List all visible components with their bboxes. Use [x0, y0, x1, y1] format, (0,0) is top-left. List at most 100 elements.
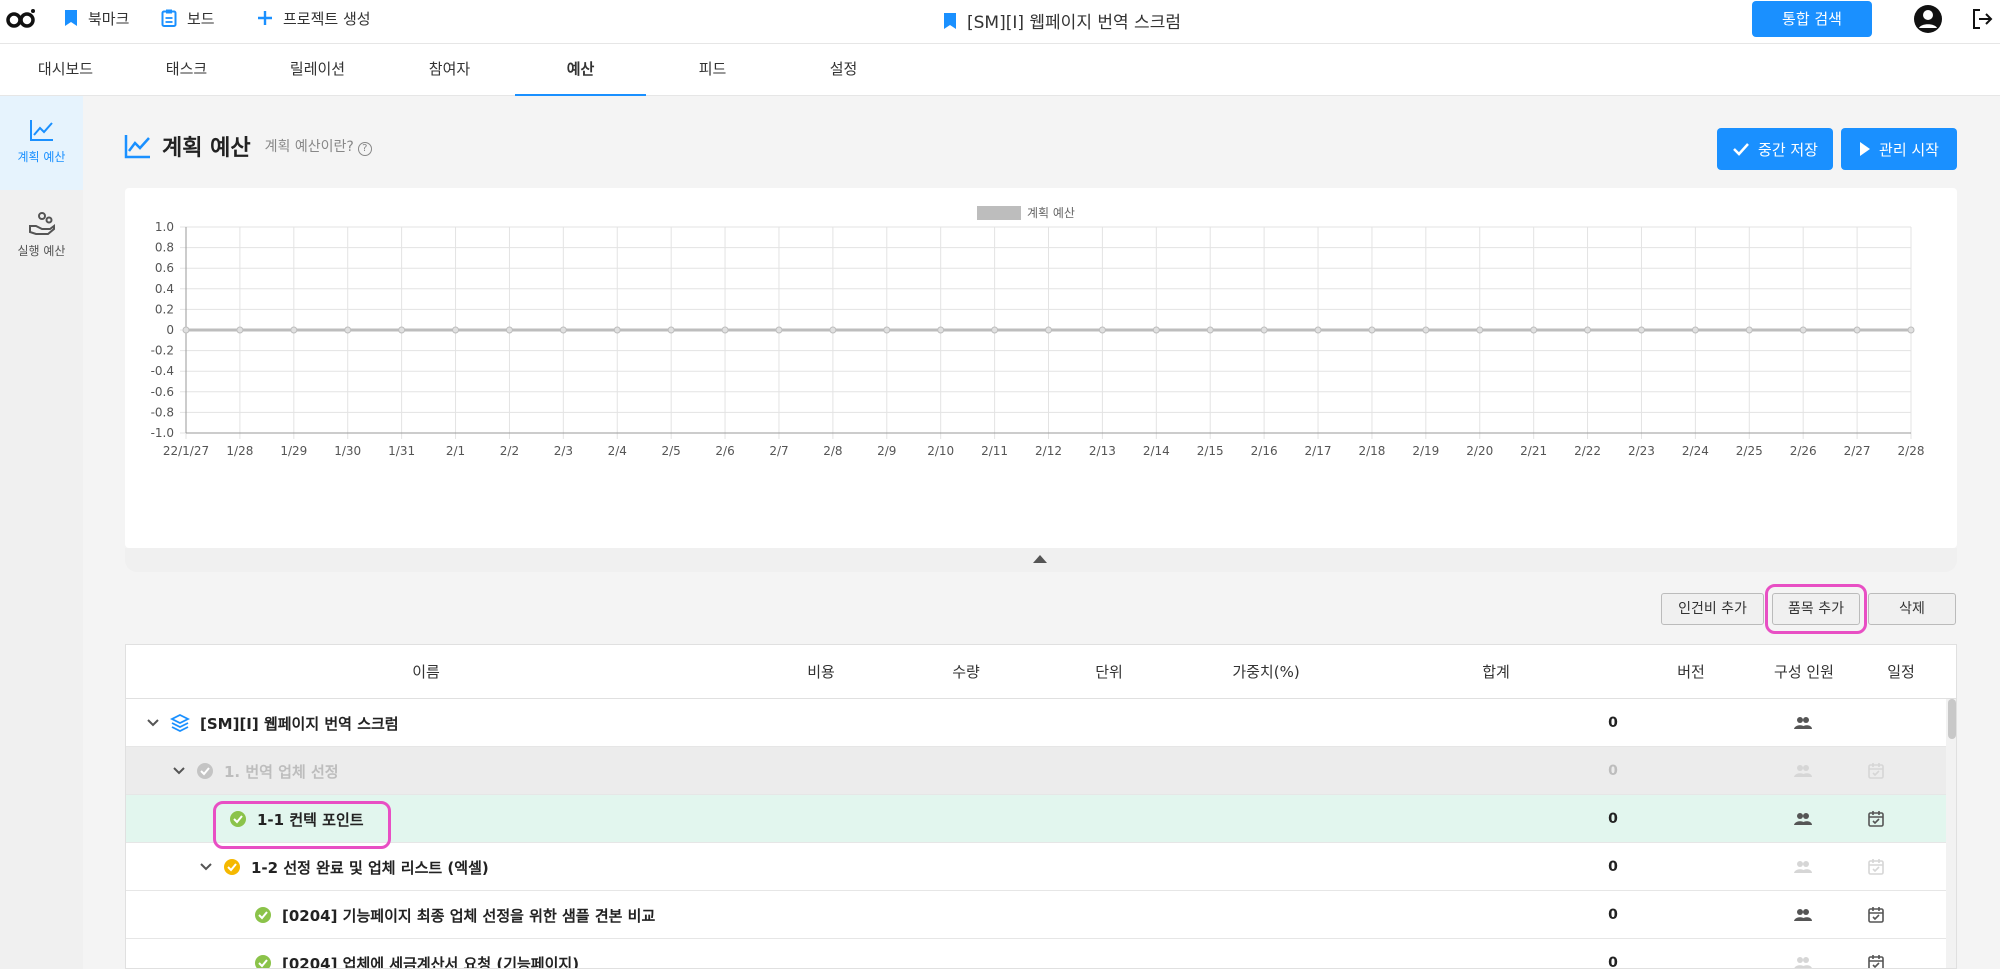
table-row[interactable]: [SM][I] 웹페이지 번역 스크럼 0: [126, 699, 1946, 747]
col-total: 합계: [1482, 663, 1510, 681]
board-link[interactable]: 보드: [161, 8, 215, 28]
x-tick-label: 2/19: [1412, 444, 1439, 458]
x-tick-label: 2/1: [446, 444, 465, 458]
tab-settings[interactable]: 설정: [778, 44, 909, 96]
calendar-icon[interactable]: [1866, 905, 1886, 925]
x-tick-label: 2/13: [1089, 444, 1116, 458]
status-done-icon: [255, 907, 271, 923]
tab-participants[interactable]: 참여자: [384, 44, 515, 96]
chart-collapse-toggle[interactable]: [125, 548, 1957, 572]
y-tick-label: -0.4: [151, 364, 174, 378]
table-scrollbar[interactable]: [1946, 699, 1956, 968]
hand-coins-icon: [28, 212, 55, 235]
x-tick-label: 2/28: [1898, 444, 1925, 458]
sidebar-item-label: 계획 예산: [17, 150, 66, 164]
status-done-icon: [255, 955, 271, 968]
members-icon[interactable]: [1793, 713, 1813, 733]
chevron-down-icon[interactable]: [172, 764, 186, 778]
highlight-contact-point-row: [213, 801, 391, 849]
row-name-cell: 1. 번역 업체 선정: [172, 747, 339, 795]
row-total: 0: [1608, 715, 1618, 731]
app-logo-icon[interactable]: [6, 7, 36, 31]
budget-chart-card: 1.0 0.8 0.6 0.4 0.2 0 -0.2 -0.4 -0.6 -0.8 -1.0 22/1…: [125, 188, 1957, 548]
data-point: [1530, 326, 1538, 334]
col-members: 구성 인원: [1774, 663, 1834, 681]
x-tick-label: 2/15: [1197, 444, 1224, 458]
save-draft-button[interactable]: 중간 저장: [1717, 128, 1833, 170]
members-icon[interactable]: [1793, 905, 1813, 925]
sidebar-item-planned-budget[interactable]: 계획 예산: [0, 96, 83, 190]
delete-button[interactable]: 삭제: [1868, 593, 1956, 625]
chevron-down-icon[interactable]: [199, 860, 213, 874]
help-link[interactable]: 계획 예산이란??: [265, 136, 372, 156]
tab-relations[interactable]: 릴레이션: [252, 44, 383, 96]
data-point: [1853, 326, 1861, 334]
legend-label: 계획 예산: [1027, 206, 1075, 220]
start-management-button[interactable]: 관리 시작: [1841, 128, 1957, 170]
main-tabs: 대시보드 태스크 릴레이션 참여자 예산 피드 설정: [0, 44, 2000, 96]
table-scrollbar-thumb[interactable]: [1948, 699, 1956, 739]
table-row[interactable]: 1. 번역 업체 선정 0: [126, 747, 1946, 795]
table-header: 이름 비용 수량 단위 가중치(%) 합계 버전 구성 인원 일정: [126, 645, 1956, 699]
table-row[interactable]: 1-2 선정 완료 및 업체 리스트 (엑셀) 0: [126, 843, 1946, 891]
y-tick-label: -1.0: [151, 426, 174, 440]
data-point: [1584, 326, 1592, 334]
y-tick-label: 0.6: [155, 261, 174, 275]
calendar-icon[interactable]: [1866, 761, 1886, 781]
tab-feed[interactable]: 피드: [647, 44, 778, 96]
row-name: [0204] 기능페이지 최종 업체 선정을 위한 샘플 견본 비교: [282, 906, 656, 925]
project-title: [SM][I] 웹페이지 번역 스크럼: [943, 8, 1181, 33]
data-point: [1206, 326, 1214, 334]
tab-dashboard[interactable]: 대시보드: [0, 44, 131, 96]
data-point: [236, 326, 244, 334]
sidebar-item-executed-budget[interactable]: 실행 예산: [0, 190, 83, 284]
data-point: [344, 326, 352, 334]
calendar-icon[interactable]: [1866, 809, 1886, 829]
budget-line-chart: 1.0 0.8 0.6 0.4 0.2 0 -0.2 -0.4 -0.6 -0.8 -1.0 22/1…: [151, 206, 1925, 458]
members-icon[interactable]: [1793, 809, 1813, 829]
y-tick-label: -0.2: [151, 344, 174, 358]
table-row-selected[interactable]: 1-1 컨텍 포인트 0: [126, 795, 1946, 843]
integrated-search-button[interactable]: 통합 검색: [1752, 1, 1872, 37]
bookmark-icon: [65, 10, 77, 26]
data-point: [1422, 326, 1430, 334]
row-total: 0: [1608, 955, 1618, 969]
data-point: [182, 326, 190, 334]
table-row[interactable]: [0204] 기능페이지 최종 업체 선정을 위한 샘플 견본 비교 0: [126, 891, 1946, 939]
data-point: [505, 326, 513, 334]
x-tick-label: 2/4: [608, 444, 627, 458]
caret-up-icon: [1033, 555, 1047, 563]
save-draft-label: 중간 저장: [1758, 140, 1818, 159]
start-management-label: 관리 시작: [1879, 140, 1939, 159]
x-tick-label: 2/5: [662, 444, 681, 458]
bookmark-label: 북마크: [88, 9, 130, 28]
chevron-down-icon[interactable]: [146, 716, 160, 730]
x-tick-label: 2/24: [1682, 444, 1709, 458]
logout-icon[interactable]: [1970, 7, 1994, 31]
members-icon[interactable]: [1793, 953, 1813, 969]
calendar-icon[interactable]: [1866, 857, 1886, 877]
data-point: [1098, 326, 1106, 334]
table-row[interactable]: [0204] 업체에 세금계산서 요청 (기능페이지) 0: [126, 939, 1946, 969]
data-point: [991, 326, 999, 334]
x-tick-label: 2/18: [1358, 444, 1385, 458]
user-avatar-icon[interactable]: [1913, 4, 1943, 34]
members-icon[interactable]: [1793, 761, 1813, 781]
data-point: [667, 326, 675, 334]
x-tick-label: 2/27: [1844, 444, 1871, 458]
add-labor-cost-button[interactable]: 인건비 추가: [1661, 593, 1764, 625]
tab-tasks[interactable]: 태스크: [121, 44, 252, 96]
tab-budget[interactable]: 예산: [515, 44, 646, 96]
row-name: [0204] 업체에 세금계산서 요청 (기능페이지): [282, 954, 580, 969]
data-point: [1260, 326, 1268, 334]
play-icon: [1860, 142, 1871, 156]
x-tick-label: 2/2: [500, 444, 519, 458]
create-project-link[interactable]: 프로젝트 생성: [257, 8, 371, 28]
members-icon[interactable]: [1793, 857, 1813, 877]
page-title: 계획 예산: [162, 136, 251, 161]
calendar-icon[interactable]: [1866, 953, 1886, 969]
bookmark-link[interactable]: 북마크: [64, 8, 129, 28]
status-in-progress-icon: [224, 859, 240, 875]
row-total: 0: [1608, 907, 1618, 923]
row-total: 0: [1608, 763, 1618, 779]
